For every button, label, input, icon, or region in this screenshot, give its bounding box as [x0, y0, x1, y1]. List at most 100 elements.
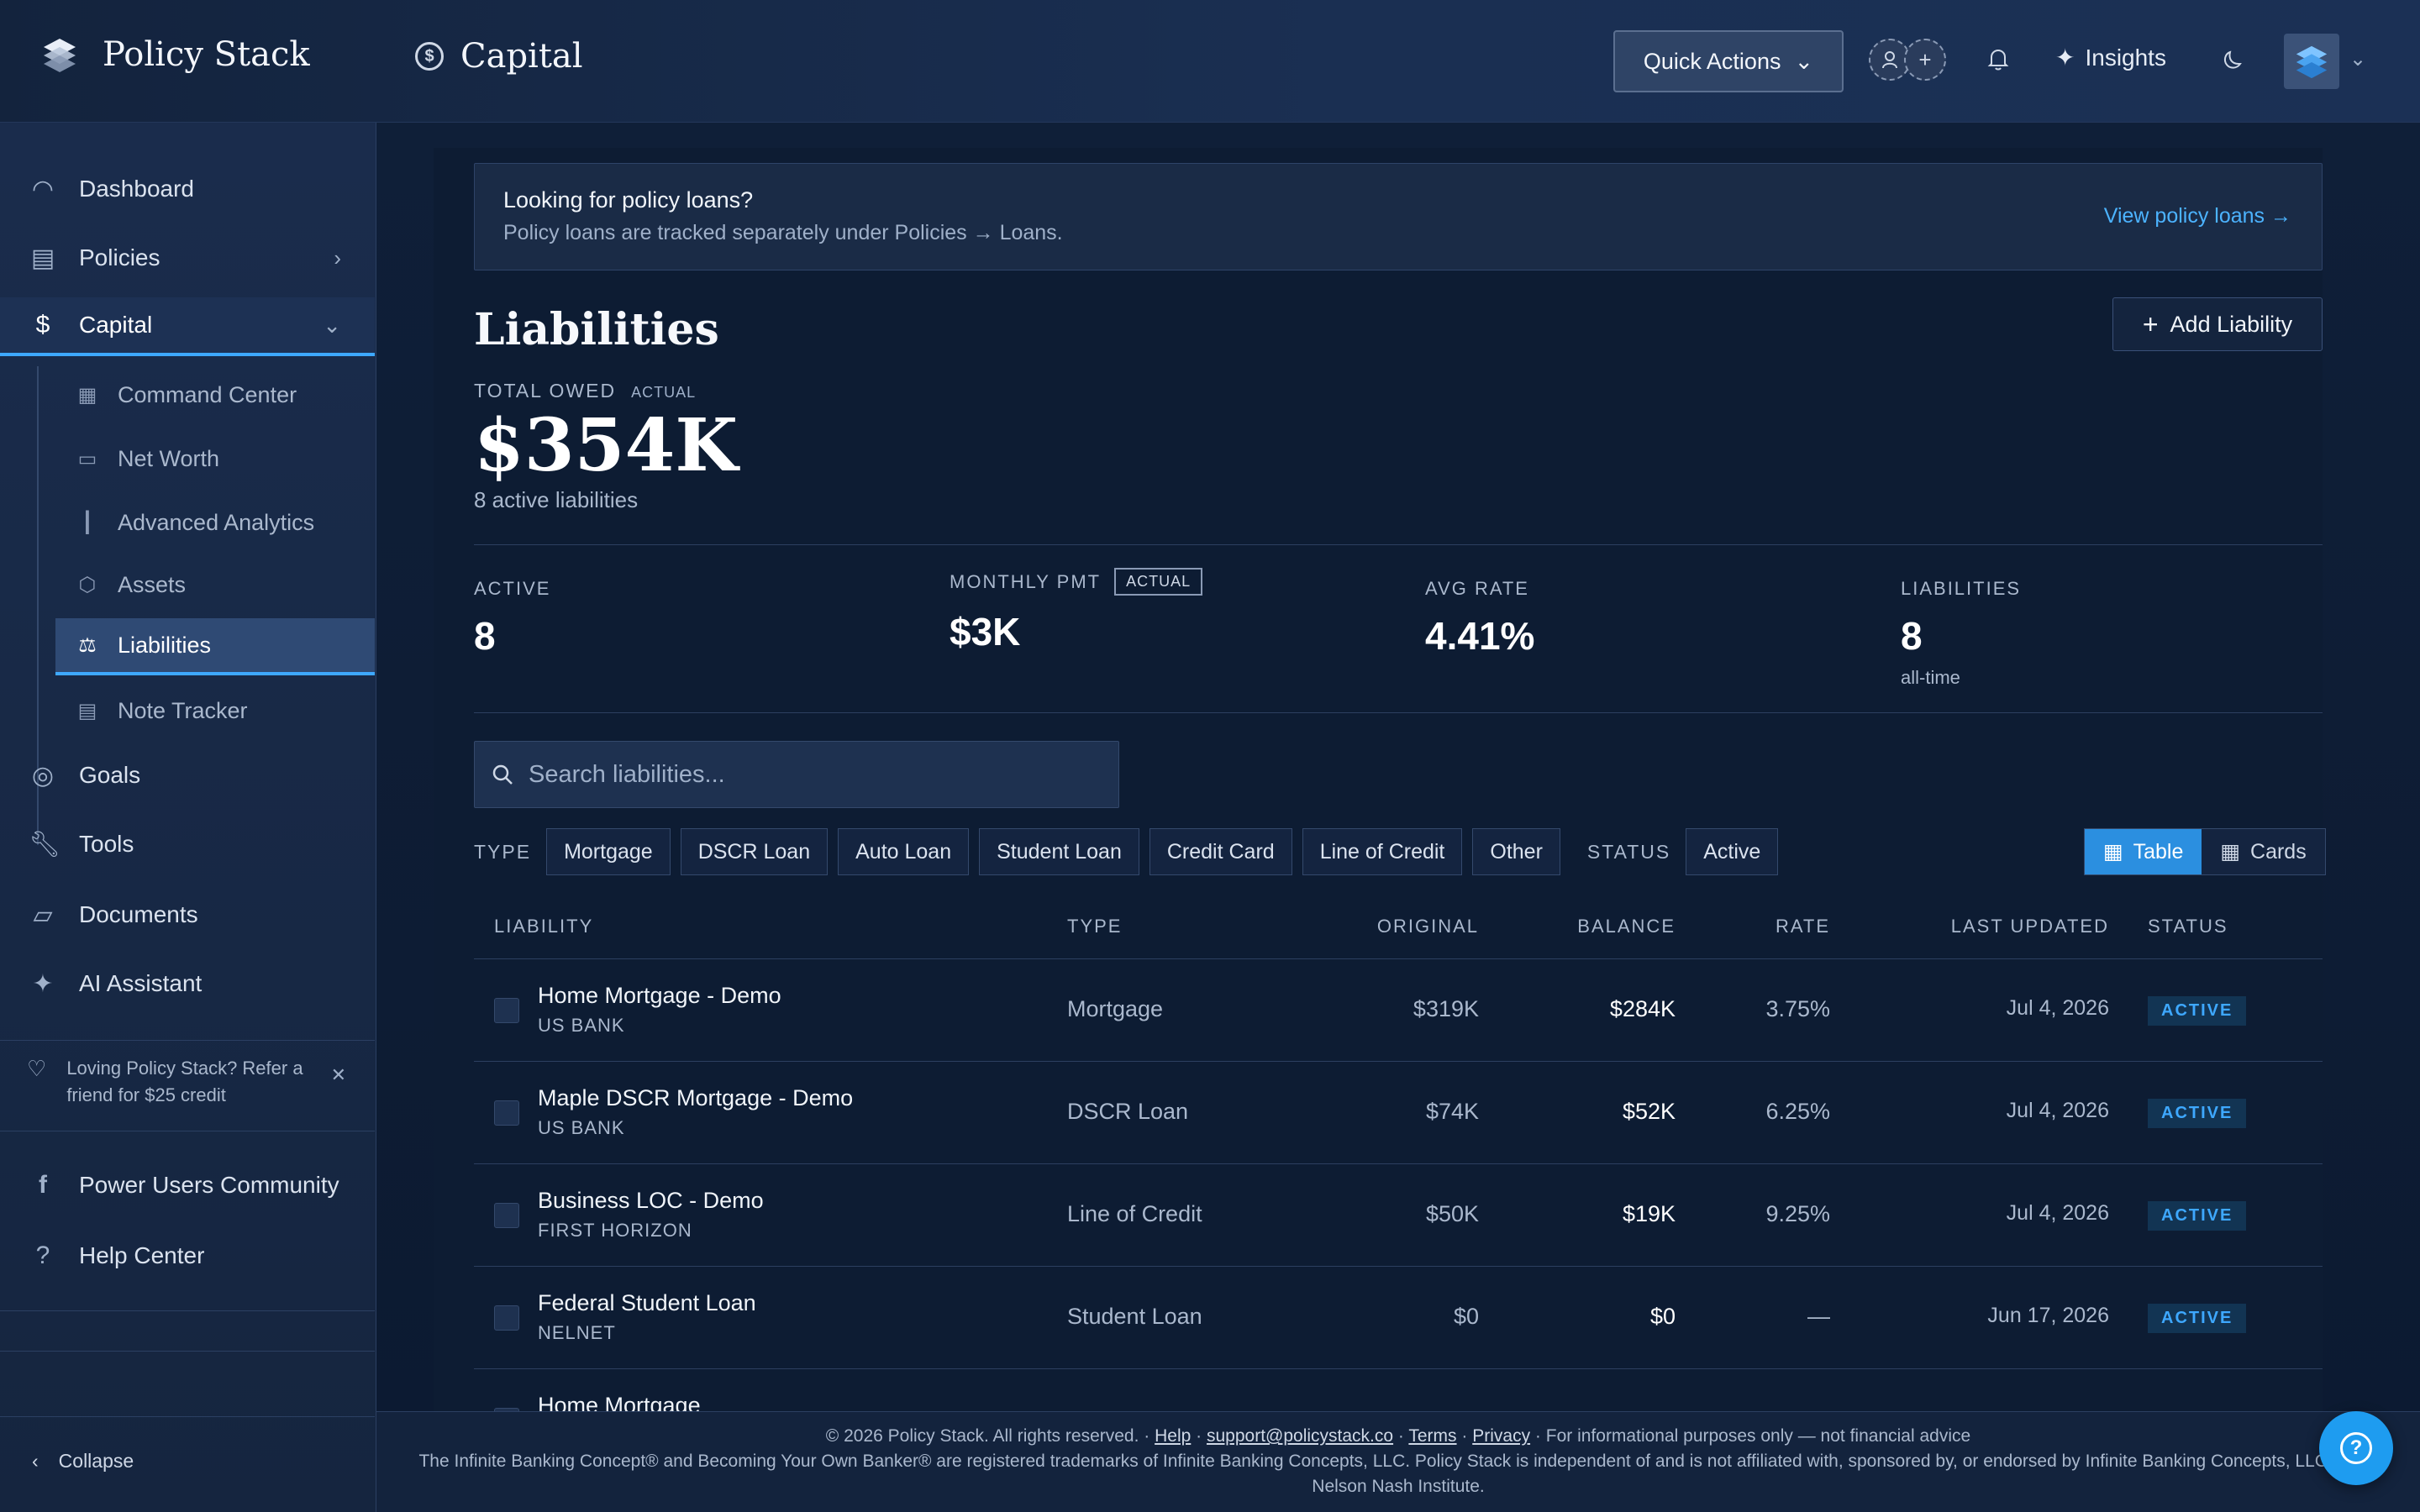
chevron-left-icon: ‹: [32, 1450, 39, 1472]
privacy-link[interactable]: Privacy: [1472, 1426, 1530, 1446]
column-header-liability[interactable]: LIABILITY: [494, 916, 593, 937]
sparkle-icon: ✦: [32, 969, 54, 998]
filter-chip-student-loan[interactable]: Student Loan: [979, 828, 1139, 875]
collapse-button[interactable]: ‹ Collapse: [32, 1450, 134, 1473]
liability-type: Line of Credit: [1067, 1201, 1202, 1226]
sidebar-item-net-worth[interactable]: ▭ Net Worth: [55, 430, 375, 487]
brand[interactable]: Policy Stack: [40, 35, 310, 74]
sidebar-item-note-tracker[interactable]: ▤ Note Tracker: [55, 682, 375, 739]
liability-name: Home Mortgage - Demo: [538, 983, 781, 1008]
insights-button[interactable]: ✦ Insights: [2055, 44, 2166, 71]
stat-label-text: AVG RATE: [1425, 578, 1529, 599]
add-liability-button[interactable]: + Add Liability: [2112, 297, 2323, 351]
liability-rate: 3.75%: [1765, 996, 1830, 1021]
filter-chip-credit-card[interactable]: Credit Card: [1149, 828, 1292, 875]
liability-lender: FIRST HORIZON: [538, 1220, 692, 1241]
table-view-button[interactable]: ▦ Table: [2085, 829, 2202, 874]
liability-last-updated: Jun 17, 2026: [1987, 1304, 2109, 1327]
liability-type: Mortgage: [1067, 996, 1164, 1021]
divider: [0, 1416, 375, 1417]
row-checkbox[interactable]: [494, 1305, 519, 1331]
sidebar-item-label: Dashboard: [79, 176, 194, 202]
dollar-circle-icon: $: [415, 42, 444, 71]
sidebar-item-documents[interactable]: ▱ Documents: [0, 885, 375, 944]
sidebar-item-advanced-analytics[interactable]: ┃ Advanced Analytics: [55, 494, 375, 551]
dark-mode-icon[interactable]: [2220, 45, 2247, 79]
sidebar-item-policies[interactable]: ▤ Policies ›: [0, 228, 375, 287]
cards-view-button[interactable]: ▦ Cards: [2202, 829, 2325, 874]
total-owed-value: $354K: [474, 403, 739, 488]
table-row[interactable]: Business LOC - Demo FIRST HORIZON Line o…: [474, 1164, 2323, 1267]
stat-label: MONTHLY PMT ACTUAL: [950, 568, 1203, 596]
column-header-original[interactable]: ORIGINAL: [1377, 916, 1479, 937]
liability-last-updated: Jul 4, 2026: [2006, 996, 2109, 1020]
column-header-status[interactable]: STATUS: [2148, 916, 2228, 937]
row-checkbox[interactable]: [494, 1203, 519, 1228]
terms-link[interactable]: Terms: [1408, 1426, 1456, 1446]
column-header-balance[interactable]: BALANCE: [1577, 916, 1676, 937]
stat-value: 4.41%: [1425, 614, 1535, 658]
status-filter-label: STATUS: [1586, 840, 1671, 863]
sidebar-item-ai-assistant[interactable]: ✦ AI Assistant: [0, 954, 375, 1013]
divider: [474, 544, 2323, 545]
divider: [474, 712, 2323, 713]
sidebar-item-liabilities[interactable]: ⚖ Liabilities: [55, 618, 375, 675]
filter-chip-dscr-loan[interactable]: DSCR Loan: [680, 828, 829, 875]
liability-balance: $0: [1649, 1304, 1676, 1329]
liability-name: Federal Student Loan: [538, 1290, 756, 1315]
close-icon[interactable]: ✕: [331, 1062, 346, 1089]
column-header-rate[interactable]: RATE: [1776, 916, 1830, 937]
grid-icon: ▦: [77, 383, 97, 407]
heart-icon: ♡: [27, 1056, 47, 1081]
filter-chip-status-active[interactable]: Active: [1686, 828, 1779, 875]
sidebar-item-assets[interactable]: ⬡ Assets: [55, 556, 375, 613]
row-checkbox[interactable]: [494, 1100, 519, 1126]
search-input[interactable]: Search liabilities...: [474, 741, 1119, 808]
notice-body: Policy loans are tracked separately unde…: [503, 221, 1063, 244]
liability-lender: NELNET: [538, 1322, 616, 1343]
sidebar-item-goals[interactable]: ◎ Goals: [0, 746, 375, 805]
sidebar-item-label: Tools: [79, 831, 134, 857]
sidebar-item-dashboard[interactable]: ◠ Dashboard: [0, 160, 375, 218]
help-link[interactable]: Help: [1155, 1426, 1191, 1446]
sidebar-item-community[interactable]: f Power Users Community: [0, 1156, 375, 1215]
disclaimer: · For informational purposes only — not …: [1534, 1426, 1971, 1446]
chevron-down-icon[interactable]: ⌄: [2349, 47, 2366, 71]
logo-icon: [44, 39, 76, 72]
bell-icon[interactable]: [1985, 45, 2012, 79]
help-circle-icon: ?: [35, 1242, 50, 1269]
sidebar-item-command-center[interactable]: ▦ Command Center: [55, 366, 375, 423]
column-header-last-updated[interactable]: LAST UPDATED: [1951, 916, 2109, 937]
liability-lender: US BANK: [538, 1015, 625, 1036]
quick-actions-button[interactable]: Quick Actions ⌄: [1613, 30, 1844, 92]
filter-chip-line-of-credit[interactable]: Line of Credit: [1302, 828, 1463, 875]
sidebar-item-label: Help Center: [79, 1242, 205, 1268]
filter-bar: TYPE Mortgage DSCR Loan Auto Loan Studen…: [474, 828, 1779, 875]
quick-actions-label: Quick Actions: [1643, 48, 1781, 74]
filter-chip-auto-loan[interactable]: Auto Loan: [838, 828, 970, 875]
row-checkbox[interactable]: [494, 998, 519, 1023]
table-row[interactable]: Federal Student Loan NELNET Student Loan…: [474, 1267, 2323, 1369]
insights-label: Insights: [2085, 44, 2166, 71]
stat-value: 8: [474, 614, 496, 658]
chevron-down-icon: ⌄: [323, 312, 341, 338]
gauge-icon: ◠: [31, 175, 55, 203]
sidebar-item-capital[interactable]: $ Capital ⌄: [0, 297, 375, 356]
avatar[interactable]: [2284, 34, 2339, 89]
help-button[interactable]: ?: [2319, 1411, 2393, 1485]
actual-tag: ACTUAL: [631, 384, 697, 401]
stat-label-text: ACTIVE: [474, 578, 551, 599]
stat-sub: all-time: [1901, 667, 1960, 688]
column-header-type[interactable]: TYPE: [1067, 916, 1122, 937]
support-email-link[interactable]: support@policystack.co: [1207, 1426, 1393, 1446]
sidebar-item-tools[interactable]: 🔧︎ Tools: [0, 815, 375, 874]
refer-banner[interactable]: ♡ Loving Policy Stack? Refer a friend fo…: [27, 1055, 346, 1109]
filter-chip-mortgage[interactable]: Mortgage: [546, 828, 671, 875]
filter-chip-other[interactable]: Other: [1472, 828, 1560, 875]
sidebar-item-help-center[interactable]: ? Help Center: [0, 1226, 375, 1285]
table-row[interactable]: Maple DSCR Mortgage - Demo US BANK DSCR …: [474, 1062, 2323, 1164]
table-row[interactable]: Home Mortgage - Demo US BANK Mortgage $3…: [474, 959, 2323, 1062]
cards-view-label: Cards: [2250, 839, 2307, 864]
view-policy-loans-link[interactable]: View policy loans →: [2104, 204, 2291, 228]
shared-users[interactable]: +: [1869, 39, 1946, 81]
